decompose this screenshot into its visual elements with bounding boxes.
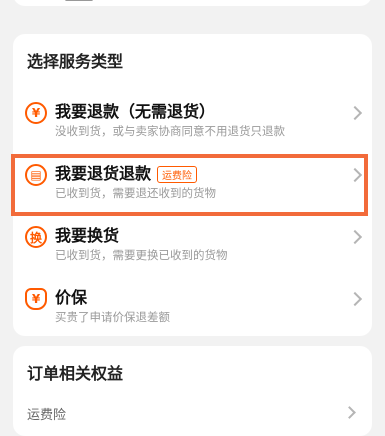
option-subtitle: 已收到货，需要更换已收到的货物 <box>55 248 228 262</box>
previous-card-stub <box>65 0 93 1</box>
chevron-right-icon <box>347 291 363 307</box>
section-title: 选择服务类型 <box>27 52 124 71</box>
option-subtitle: 没收到货，或与卖家协商同意不用退货只退款 <box>55 124 285 138</box>
option-title: 价保 <box>55 288 88 307</box>
shield-yuan-icon: ¥ <box>25 288 47 310</box>
chevron-right-icon <box>343 406 356 419</box>
yuan-icon: ¥ <box>25 102 47 124</box>
chevron-right-icon <box>347 229 363 245</box>
option-subtitle: 买贵了申请价保退差额 <box>55 310 170 324</box>
option-exchange[interactable]: 换 我要换货 已收到货，需要更换已收到的货物 <box>13 210 372 270</box>
swap-icon: 换 <box>25 226 47 248</box>
option-title: 我要换货 <box>55 226 120 245</box>
option-price-protection[interactable]: ¥ 价保 买贵了申请价保退差额 <box>13 272 372 332</box>
section-title: 订单相关权益 <box>27 364 124 383</box>
chevron-right-icon <box>347 105 363 121</box>
option-title: 我要退款（无需退货） <box>55 102 216 121</box>
previous-card <box>13 0 372 6</box>
highlight-annotation <box>11 154 368 216</box>
order-benefits-card: 订单相关权益 运费险 <box>13 346 372 436</box>
option-refund-only[interactable]: ¥ 我要退款（无需退货） 没收到货，或与卖家协商同意不用退货只退款 <box>13 86 372 146</box>
